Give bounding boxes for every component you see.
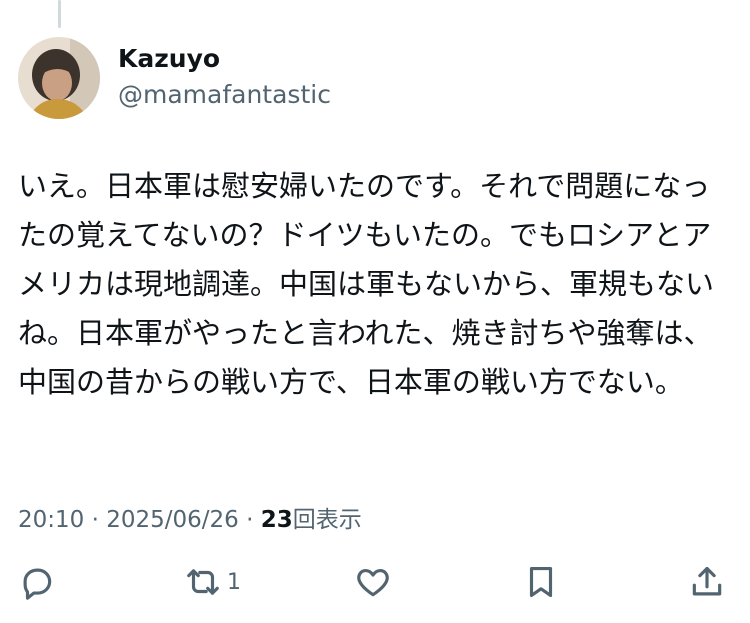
share-button[interactable] (688, 560, 726, 604)
repost-icon (183, 563, 223, 601)
reply-button[interactable] (18, 560, 56, 604)
repost-button[interactable]: 1 (183, 560, 241, 604)
bookmark-icon (522, 563, 560, 601)
bookmark-button[interactable] (522, 560, 560, 604)
meta-separator: · (91, 507, 99, 533)
post-text: いえ。日本軍は慰安婦いたのです。それで問題になったの覚えてないの？ドイツもいたの… (18, 169, 715, 399)
like-button[interactable] (354, 560, 392, 604)
post-time[interactable]: 20:10 (18, 507, 84, 533)
reply-icon (18, 563, 56, 601)
post-metadata: 20:10 · 2025/06/26 · 23回表示 (18, 500, 362, 534)
views-label: 回表示 (292, 507, 362, 533)
meta-separator: · (246, 507, 254, 533)
views-count: 23 (260, 507, 293, 533)
repost-count: 1 (227, 569, 241, 595)
thread-connector-line (58, 0, 61, 28)
post-date[interactable]: 2025/06/26 (106, 507, 239, 533)
heart-icon (354, 563, 392, 601)
avatar[interactable] (18, 37, 100, 119)
author-handle[interactable]: @mamafantastic (118, 80, 331, 109)
share-icon (688, 563, 726, 601)
author-display-name[interactable]: Kazuyo (118, 44, 220, 73)
